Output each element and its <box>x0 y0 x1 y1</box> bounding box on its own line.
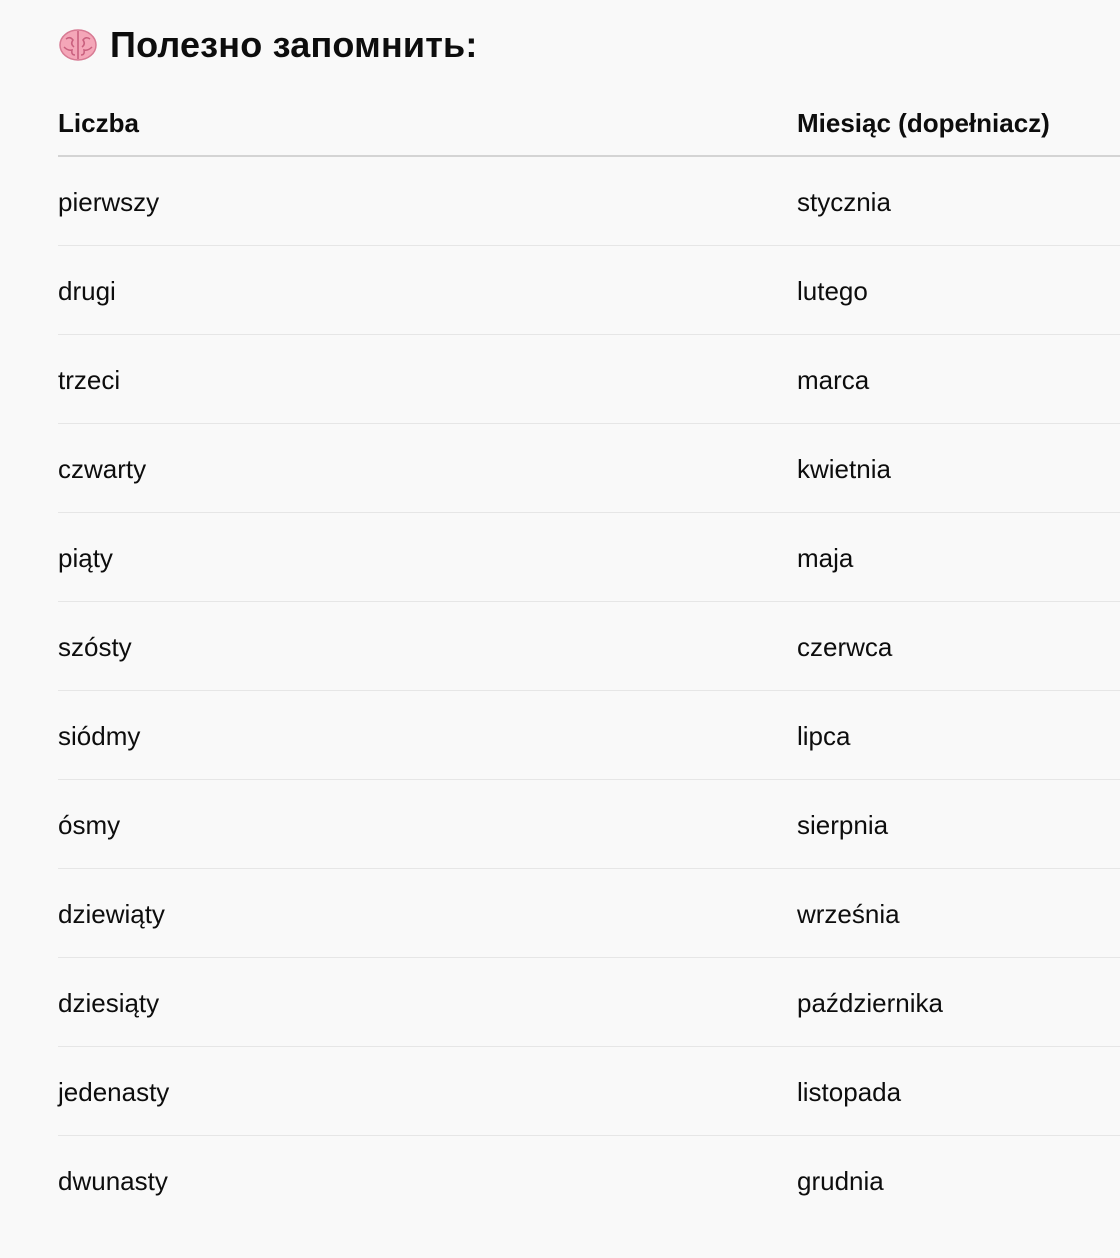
table-cell-number: ósmy <box>58 810 121 840</box>
table-row: drugi lutego <box>58 246 1120 335</box>
table-row: dwunasty grudnia <box>58 1136 1120 1225</box>
table-cell-number: piąty <box>58 543 113 573</box>
brain-icon <box>58 25 98 65</box>
table-row: piąty maja <box>58 513 1120 602</box>
table-cell-month: maja <box>797 543 854 573</box>
table-cell-number: trzeci <box>58 365 121 395</box>
table-cell-number: szósty <box>58 632 132 662</box>
table-row: pierwszy stycznia <box>58 157 1120 246</box>
table-cell-number: pierwszy <box>58 187 160 217</box>
table-row: ósmy sierpnia <box>58 780 1120 869</box>
table-cell-month: stycznia <box>797 187 891 217</box>
table-cell-number: dziewiąty <box>58 899 165 929</box>
table-row: szósty czerwca <box>58 602 1120 691</box>
table-row: jedenasty listopada <box>58 1047 1120 1136</box>
column-header-miesiac: Miesiąc (dopełniacz) <box>797 108 1050 138</box>
table-body: pierwszy stycznia drugi lutego trzeci ma… <box>58 157 1120 1225</box>
table-cell-number: dziesiąty <box>58 988 160 1018</box>
table-cell-month: października <box>797 988 943 1018</box>
table-cell-month: marca <box>797 365 870 395</box>
table-header-row: Liczba Miesiąc (dopełniacz) <box>58 92 1120 157</box>
section-heading: Полезно запомнить: <box>58 22 478 68</box>
table-cell-month: lipca <box>797 721 851 751</box>
table-cell-number: jedenasty <box>58 1077 170 1107</box>
table-cell-number: drugi <box>58 276 116 306</box>
table-cell-month: września <box>797 899 900 929</box>
table-cell-number: dwunasty <box>58 1166 168 1196</box>
table-row: trzeci marca <box>58 335 1120 424</box>
table-row: czwarty kwietnia <box>58 424 1120 513</box>
table-cell-month: listopada <box>797 1077 902 1107</box>
table-cell-number: siódmy <box>58 721 141 751</box>
table-cell-month: kwietnia <box>797 454 891 484</box>
section-heading-text: Полезно запомнить: <box>110 24 478 65</box>
months-table: Liczba Miesiąc (dopełniacz) pierwszy sty… <box>58 92 1120 1225</box>
table-row: siódmy lipca <box>58 691 1120 780</box>
table-row: dziesiąty października <box>58 958 1120 1047</box>
table-cell-month: lutego <box>797 276 868 306</box>
table-cell-month: grudnia <box>797 1166 884 1196</box>
column-header-liczba: Liczba <box>58 108 139 138</box>
table-cell-number: czwarty <box>58 454 147 484</box>
table-cell-month: czerwca <box>797 632 893 662</box>
table-cell-month: sierpnia <box>797 810 889 840</box>
table-row: dziewiąty września <box>58 869 1120 958</box>
